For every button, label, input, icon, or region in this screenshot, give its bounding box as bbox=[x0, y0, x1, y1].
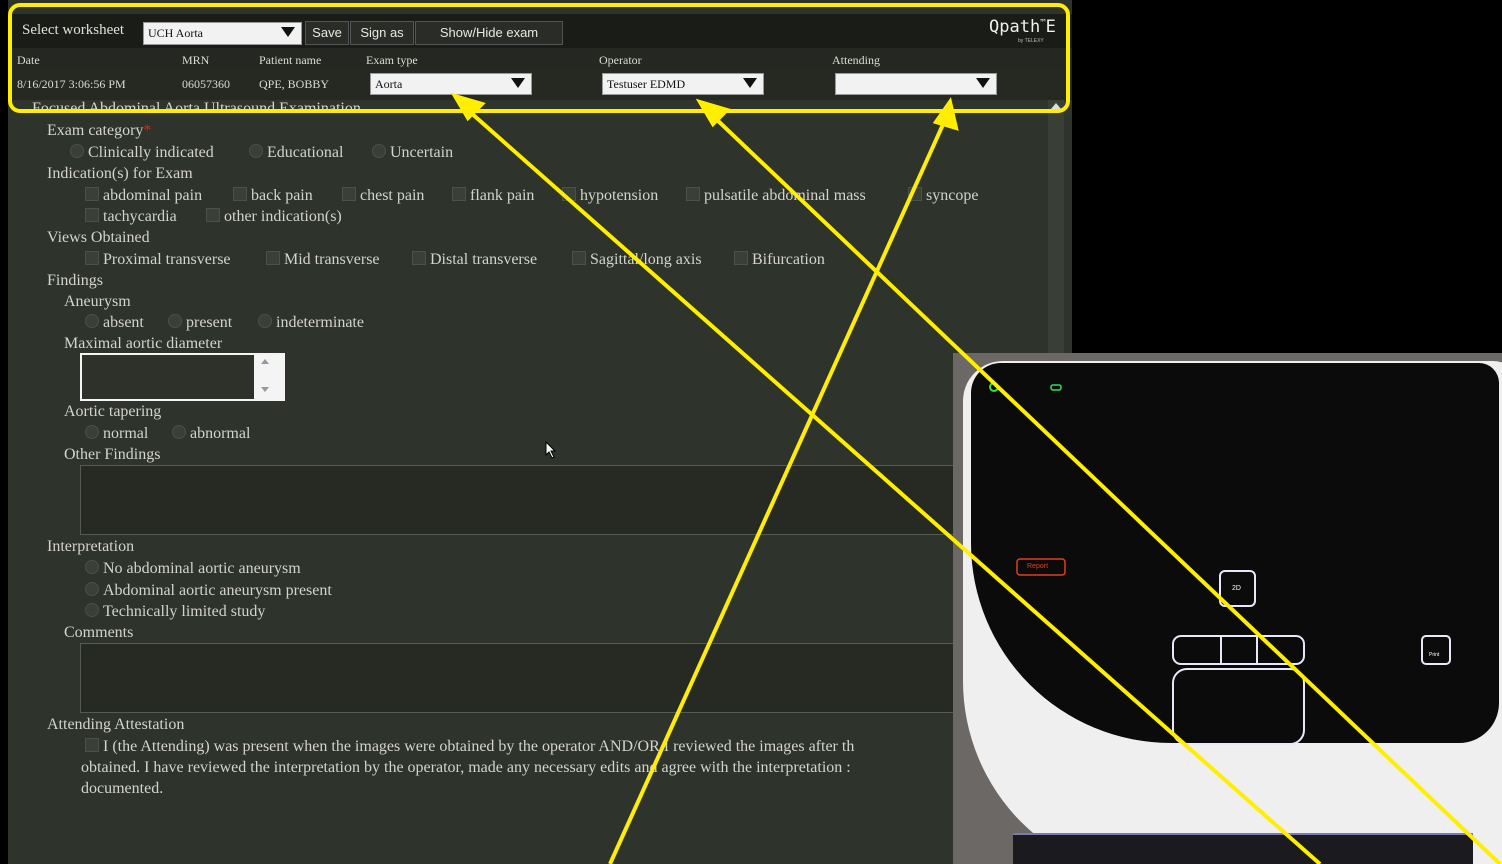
annotation-arrows bbox=[450, 92, 1502, 864]
